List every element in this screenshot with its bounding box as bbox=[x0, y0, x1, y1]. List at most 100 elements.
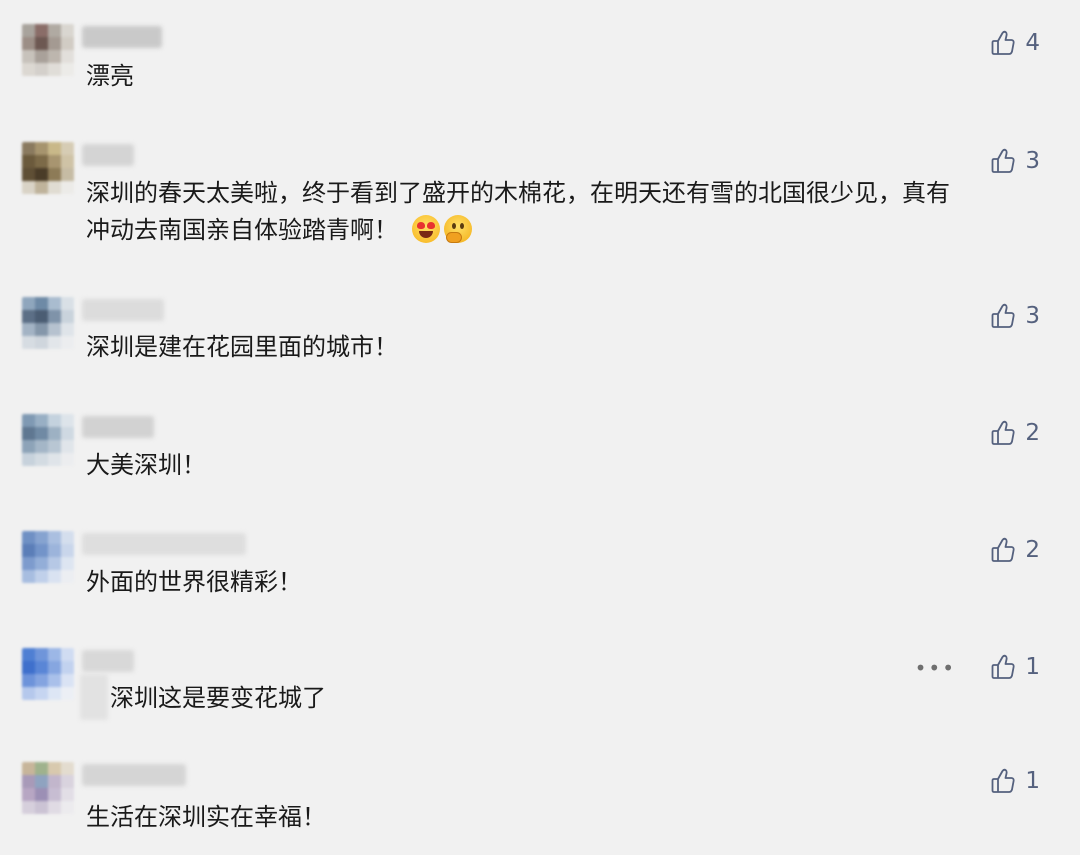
like-count: 3 bbox=[1025, 303, 1040, 329]
avatar-pixel bbox=[35, 531, 48, 544]
more-options-icon[interactable]: ••• bbox=[915, 658, 956, 678]
avatar-pixel bbox=[61, 544, 74, 557]
avatar-pixel bbox=[48, 37, 61, 50]
avatar-pixel bbox=[35, 762, 48, 775]
avatar-pixel bbox=[35, 544, 48, 557]
avatar-pixel bbox=[22, 762, 35, 775]
username-blurred[interactable] bbox=[82, 26, 162, 48]
avatar-pixel bbox=[22, 557, 35, 570]
avatar-pixel bbox=[22, 440, 35, 453]
comment-item: 3 深圳的春天太美啦，终于看到了盛开的木棉花，在明天还有雪的北国很少见，真有 冲… bbox=[0, 142, 1080, 252]
avatar-pixel bbox=[35, 336, 48, 349]
avatar-pixel bbox=[35, 50, 48, 63]
like-button[interactable]: 2 bbox=[991, 420, 1040, 446]
avatar[interactable] bbox=[22, 24, 74, 76]
avatar-pixel bbox=[35, 24, 48, 37]
avatar-pixel bbox=[22, 414, 35, 427]
avatar-pixel bbox=[48, 155, 61, 168]
avatar-pixel bbox=[48, 440, 61, 453]
avatar[interactable] bbox=[22, 142, 74, 194]
avatar-pixel bbox=[22, 310, 35, 323]
avatar-pixel bbox=[61, 648, 74, 661]
username-blurred-2 bbox=[80, 674, 108, 720]
like-count: 4 bbox=[1025, 30, 1040, 56]
avatar-pixel bbox=[22, 648, 35, 661]
comment-text: 深圳这是要变花城了 bbox=[110, 684, 326, 712]
avatar-pixel bbox=[61, 181, 74, 194]
avatar-pixel bbox=[35, 648, 48, 661]
avatar-pixel bbox=[48, 50, 61, 63]
avatar-pixel bbox=[22, 24, 35, 37]
comment-text: 深圳的春天太美啦，终于看到了盛开的木棉花，在明天还有雪的北国很少见，真有 bbox=[86, 179, 950, 207]
like-button[interactable]: 3 bbox=[991, 303, 1040, 329]
avatar[interactable] bbox=[22, 762, 74, 814]
avatar-pixel bbox=[61, 775, 74, 788]
avatar[interactable] bbox=[22, 531, 74, 583]
like-button[interactable]: 1 bbox=[991, 768, 1040, 794]
avatar-pixel bbox=[61, 661, 74, 674]
avatar-pixel bbox=[48, 323, 61, 336]
avatar-pixel bbox=[61, 168, 74, 181]
avatar-pixel bbox=[22, 801, 35, 814]
username-blurred[interactable] bbox=[82, 764, 186, 786]
comment-item: 2 外面的世界很精彩！ bbox=[0, 531, 1080, 611]
thumbs-up-icon bbox=[991, 654, 1015, 679]
avatar-pixel bbox=[61, 63, 74, 76]
avatar-pixel bbox=[35, 801, 48, 814]
avatar-pixel bbox=[22, 142, 35, 155]
username-blurred[interactable] bbox=[82, 533, 246, 555]
avatar-pixel bbox=[35, 775, 48, 788]
avatar[interactable] bbox=[22, 414, 74, 466]
comment-text: 漂亮 bbox=[86, 62, 134, 90]
avatar-pixel bbox=[22, 775, 35, 788]
avatar-pixel bbox=[35, 63, 48, 76]
avatar-pixel bbox=[22, 531, 35, 544]
avatar-pixel bbox=[48, 531, 61, 544]
avatar-pixel bbox=[48, 570, 61, 583]
avatar-pixel bbox=[61, 570, 74, 583]
like-button[interactable]: 2 bbox=[991, 537, 1040, 563]
avatar-pixel bbox=[22, 570, 35, 583]
comment-item: 1 生活在深圳实在幸福！ bbox=[0, 762, 1080, 842]
username-blurred[interactable] bbox=[82, 299, 164, 321]
avatar-pixel bbox=[61, 414, 74, 427]
comment-text-continued: 冲动去南国亲自体验踏青啊！ bbox=[86, 216, 398, 244]
like-count: 2 bbox=[1025, 537, 1040, 563]
avatar-pixel bbox=[48, 648, 61, 661]
avatar-pixel bbox=[61, 155, 74, 168]
avatar-pixel bbox=[48, 801, 61, 814]
avatar-pixel bbox=[48, 168, 61, 181]
avatar-pixel bbox=[48, 336, 61, 349]
avatar-pixel bbox=[35, 297, 48, 310]
avatar-pixel bbox=[48, 788, 61, 801]
thinking-emoji bbox=[444, 215, 472, 243]
avatar-pixel bbox=[61, 557, 74, 570]
like-button[interactable]: 3 bbox=[991, 148, 1040, 174]
avatar-pixel bbox=[48, 674, 61, 687]
like-button[interactable]: 4 bbox=[991, 30, 1040, 56]
like-button[interactable]: 1 bbox=[991, 654, 1040, 680]
avatar-pixel bbox=[35, 661, 48, 674]
username-blurred[interactable] bbox=[82, 650, 134, 672]
comment-text: 深圳是建在花园里面的城市！ bbox=[86, 333, 398, 361]
avatar-pixel bbox=[22, 336, 35, 349]
avatar[interactable] bbox=[22, 297, 74, 349]
avatar-pixel bbox=[22, 168, 35, 181]
comment-item: ••• 1 深圳这是要变花城了 bbox=[0, 648, 1080, 728]
avatar-pixel bbox=[48, 661, 61, 674]
avatar-pixel bbox=[35, 310, 48, 323]
avatar-pixel bbox=[35, 323, 48, 336]
avatar-pixel bbox=[22, 661, 35, 674]
username-blurred[interactable] bbox=[82, 416, 154, 438]
comment-text: 大美深圳！ bbox=[86, 451, 206, 479]
avatar-pixel bbox=[22, 788, 35, 801]
avatar[interactable] bbox=[22, 648, 74, 700]
avatar-pixel bbox=[48, 544, 61, 557]
avatar-pixel bbox=[22, 453, 35, 466]
username-blurred[interactable] bbox=[82, 144, 134, 166]
avatar-pixel bbox=[35, 570, 48, 583]
avatar-pixel bbox=[61, 687, 74, 700]
avatar-pixel bbox=[61, 24, 74, 37]
comment-item: 2 大美深圳！ bbox=[0, 414, 1080, 494]
avatar-pixel bbox=[35, 557, 48, 570]
